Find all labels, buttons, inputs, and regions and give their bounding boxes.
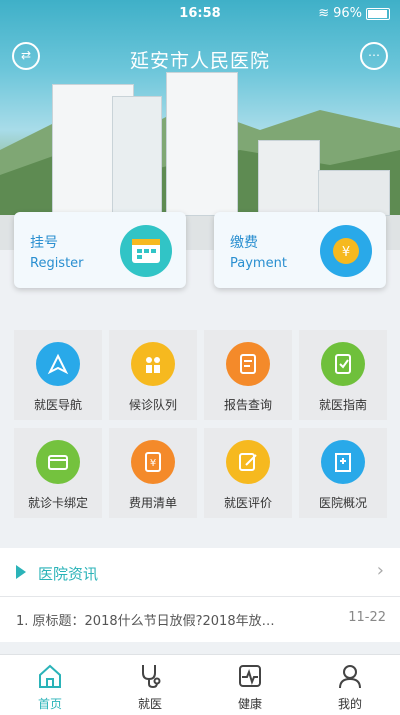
chevron-right-icon: › (376, 560, 384, 581)
service-tile-card-bind[interactable]: 就诊卡绑定 (14, 428, 102, 518)
service-tile-queue[interactable]: 候诊队列 (109, 330, 197, 420)
service-tile-bill[interactable]: ¥ 费用清单 (109, 428, 197, 518)
payment-label-cn: 缴费 (230, 235, 258, 251)
guide-icon (321, 342, 365, 386)
tab-medical-label: 就医 (137, 697, 162, 711)
bill-icon: ¥ (131, 440, 175, 484)
tab-health[interactable]: 健康 (200, 655, 300, 715)
news-item-title[interactable]: 1. 原标题：2018什么节日放假?2018年放… (16, 610, 316, 629)
page-title: 延安市人民医院 (129, 50, 270, 72)
service-tile-overview[interactable]: 医院概况 (299, 428, 387, 518)
navigation-icon (36, 342, 80, 386)
report-icon (226, 342, 270, 386)
service-tile-report[interactable]: 报告查询 (204, 330, 292, 420)
tab-bar: 首页 就医 健康 我的 (0, 654, 400, 715)
calendar-icon (120, 225, 172, 277)
health-icon (239, 665, 261, 687)
register-card[interactable]: 挂号 Register (14, 212, 186, 288)
building-center (166, 72, 238, 216)
tab-health-label: 健康 (237, 697, 262, 711)
service-tile-label: 就医导航 (33, 398, 82, 412)
profile-icon (339, 665, 361, 689)
status-bar: 16:58 ≋ 96% (0, 0, 400, 28)
card-bind-icon (36, 440, 80, 484)
building-far-right (318, 170, 390, 216)
home-icon (39, 664, 61, 688)
service-tile-label: 就医评价 (223, 496, 272, 510)
service-tile-guide[interactable]: 就医指南 (299, 330, 387, 420)
status-right: ≋ 96% (318, 6, 390, 21)
service-tile-nav[interactable]: 就医导航 (14, 330, 102, 420)
play-icon (16, 565, 26, 579)
payment-label-en: Payment (230, 256, 287, 271)
news-item-date: 11-22 (348, 610, 386, 625)
register-label-en: Register (30, 256, 84, 271)
battery-percent: 96% (333, 6, 362, 21)
svg-text:¥: ¥ (342, 245, 350, 260)
news-section-title: 医院资讯 (38, 565, 99, 583)
building-left-annex (112, 96, 162, 216)
wifi-icon: ≋ (318, 6, 330, 21)
hospital-icon (321, 440, 365, 484)
service-tile-rating[interactable]: 就医评价 (204, 428, 292, 518)
news-section: 医院资讯 › 1. 原标题：2018什么节日放假?2018年放… 11-22 (0, 548, 400, 642)
tab-profile-label: 我的 (337, 697, 362, 711)
service-tile-label: 医院概况 (318, 496, 367, 510)
service-tile-label: 报告查询 (223, 398, 272, 412)
queue-icon (131, 342, 175, 386)
tab-medical[interactable]: 就医 (100, 655, 200, 715)
coin-icon: ¥ (320, 225, 372, 277)
tab-profile[interactable]: 我的 (300, 655, 400, 715)
service-tile-label: 就诊卡绑定 (27, 496, 88, 510)
service-tile-label: 费用清单 (128, 496, 177, 510)
rating-icon (226, 440, 270, 484)
tab-home[interactable]: 首页 (0, 655, 100, 715)
register-label-cn: 挂号 (30, 235, 58, 251)
service-tile-label: 就医指南 (318, 398, 367, 412)
svg-text:¥: ¥ (150, 458, 156, 469)
news-header[interactable]: 医院资讯 › (0, 548, 400, 597)
chat-icon[interactable]: ⋯ (360, 42, 388, 70)
building-right (258, 140, 320, 216)
service-tile-label: 候诊队列 (128, 398, 177, 412)
stethoscope-icon (142, 665, 161, 689)
tab-home-label: 首页 (37, 697, 62, 711)
payment-card[interactable]: 缴费 Payment ¥ (214, 212, 386, 288)
battery-icon (366, 7, 390, 20)
